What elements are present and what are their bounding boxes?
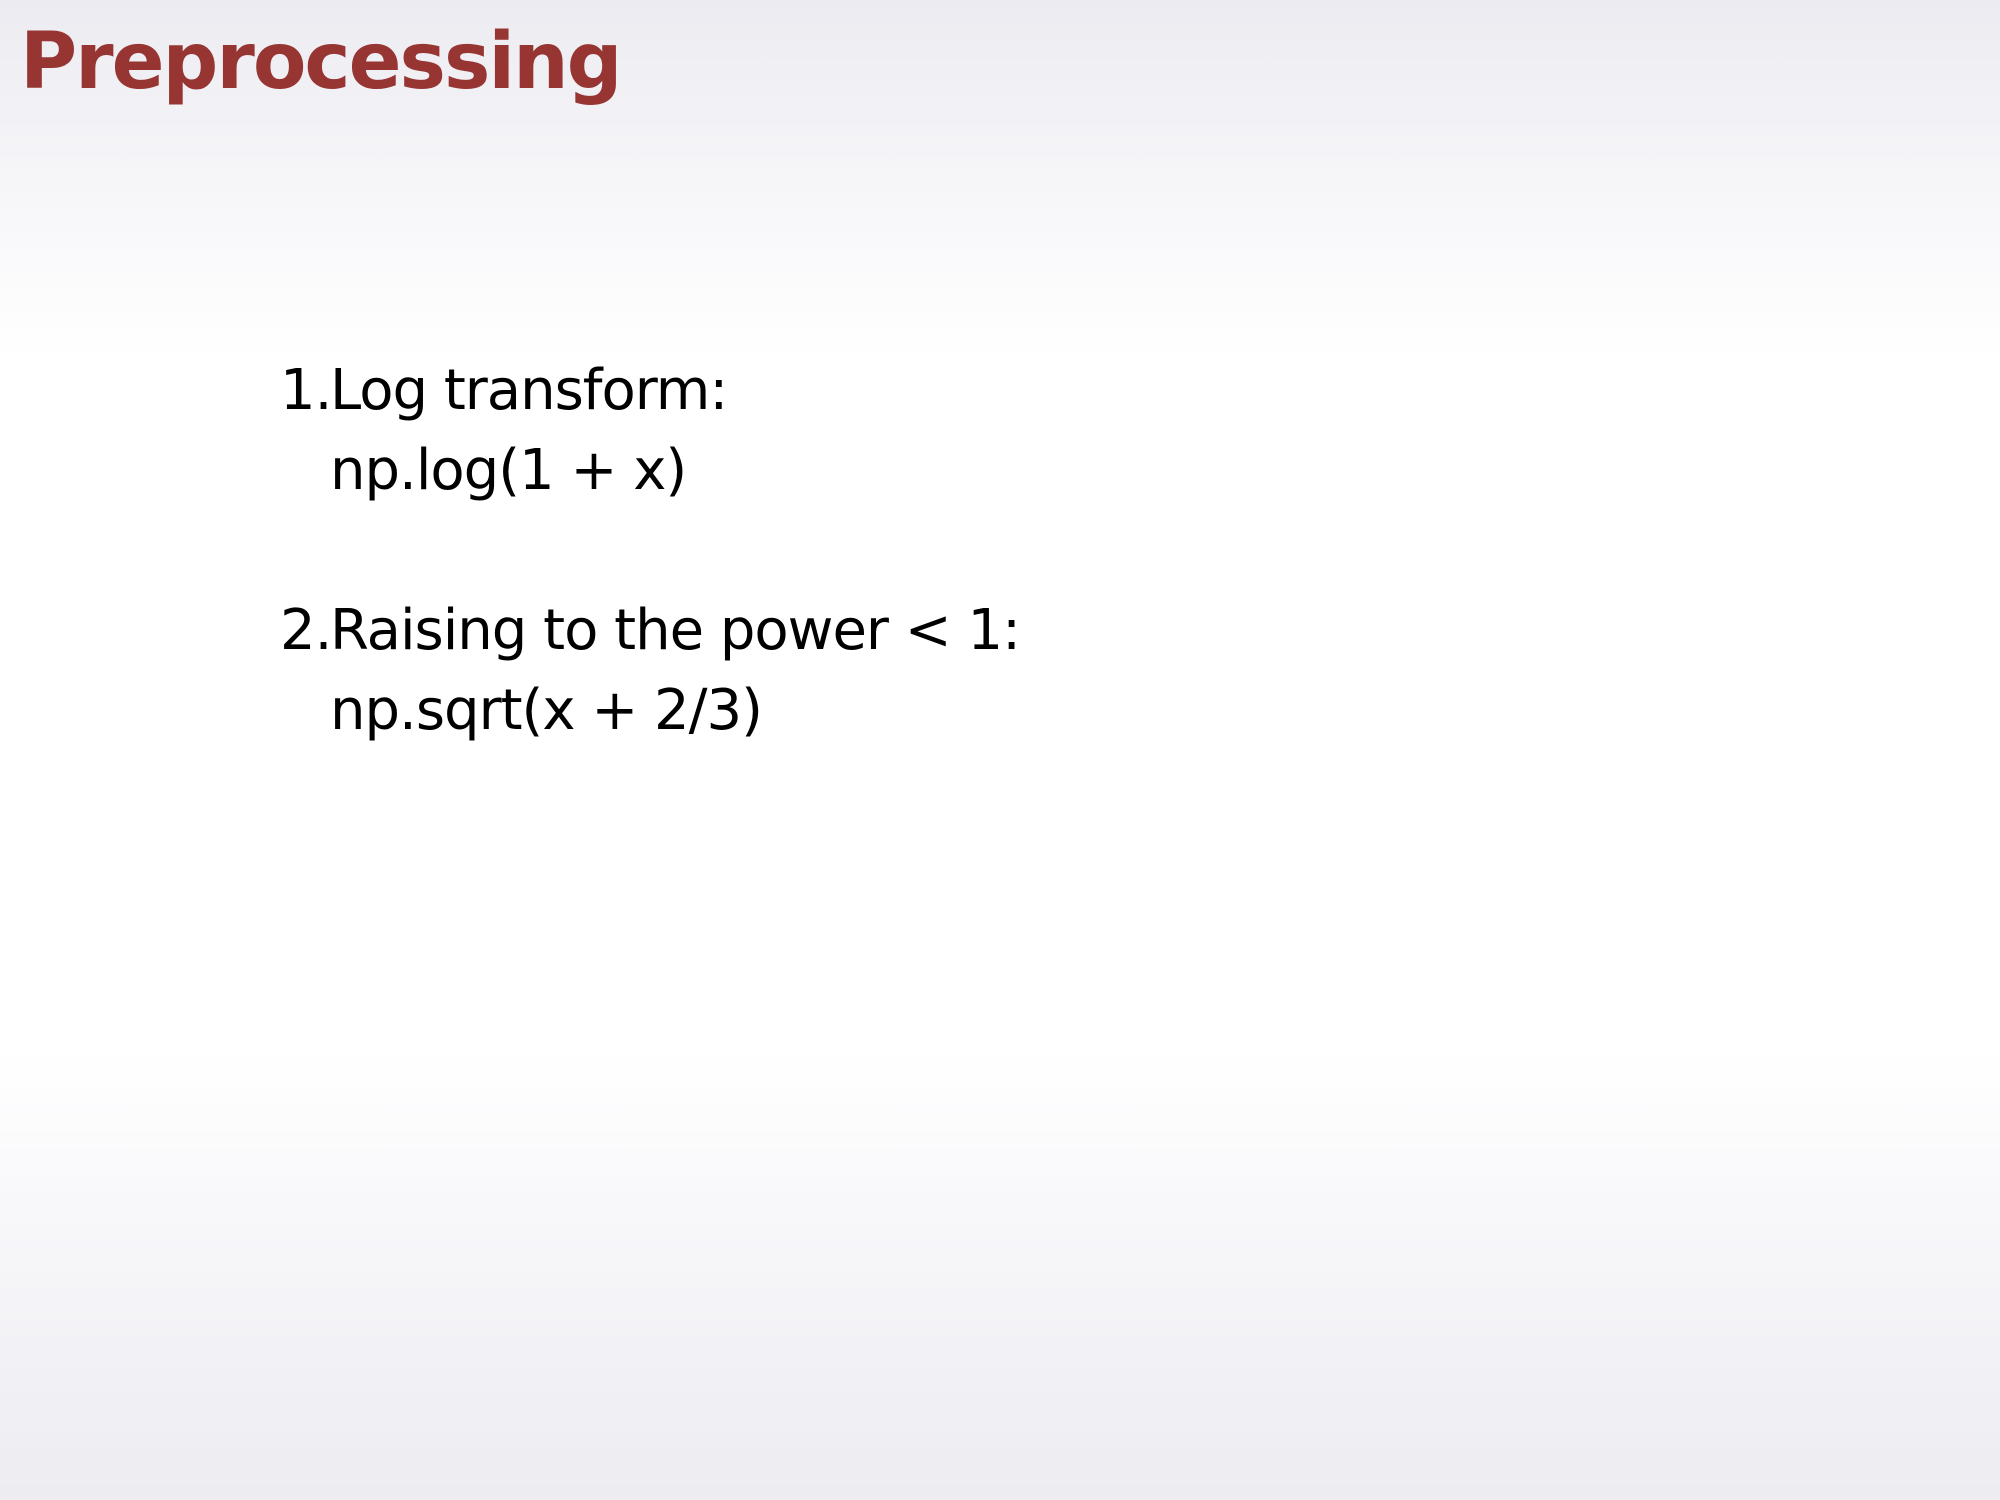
list-item-heading: 2. Raising to the power < 1: bbox=[280, 591, 1780, 671]
list-item-label: Log transform: bbox=[330, 358, 728, 423]
list-item-label: Raising to the power < 1: bbox=[330, 598, 1021, 663]
list-item-number: 2. bbox=[280, 598, 332, 663]
list-item: 1. Log transform: np.log(1 + x) bbox=[280, 351, 1780, 511]
list-item-number: 1. bbox=[280, 358, 332, 423]
list-item: 2. Raising to the power < 1: np.sqrt(x +… bbox=[280, 591, 1780, 751]
slide-title: Preprocessing bbox=[20, 17, 623, 107]
code-expression: np.sqrt(x + 2/3) bbox=[330, 678, 763, 743]
code-expression: np.log(1 + x) bbox=[330, 438, 687, 503]
slide: Preprocessing 1. Log transform: np.log(1… bbox=[0, 0, 2000, 1500]
list-item-heading: 1. Log transform: bbox=[280, 351, 1780, 431]
